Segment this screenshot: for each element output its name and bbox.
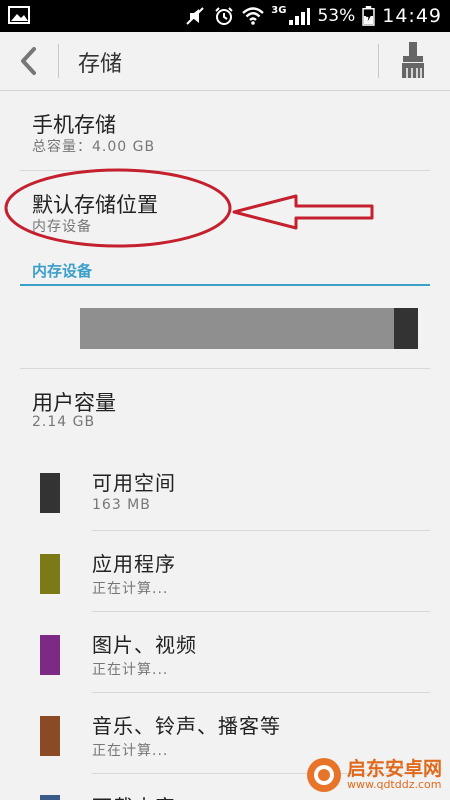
appbar-divider — [378, 44, 379, 78]
clean-brush-icon[interactable] — [398, 40, 428, 80]
watermark: 启东安卓网 www.qdtddz.com — [305, 756, 442, 794]
page-title: 存储 — [78, 52, 123, 77]
watermark-name: 启东安卓网 — [346, 758, 442, 780]
status-icons: 3G 53% 14:49 — [184, 0, 442, 32]
gallery-icon — [8, 6, 30, 24]
category-color-swatch — [40, 795, 60, 800]
category-size: 163 MB — [92, 497, 151, 513]
category-color-swatch — [40, 473, 60, 513]
phone-storage-capacity: 总容量：4.00 GB — [32, 139, 156, 155]
section-header-internal-storage: 内存设备 — [32, 262, 93, 280]
section-header-underline — [20, 284, 430, 286]
category-color-swatch — [40, 716, 60, 756]
divider — [92, 530, 430, 531]
back-icon[interactable] — [10, 44, 46, 78]
user-capacity-item: 用户容量 2.14 GB — [0, 369, 450, 449]
signal-icon — [289, 8, 311, 25]
wifi-icon — [242, 7, 265, 25]
alarm-icon — [215, 7, 233, 25]
mute-icon — [186, 7, 204, 25]
user-capacity-title: 用户容量 — [32, 391, 116, 415]
default-storage-value: 内存设备 — [32, 219, 92, 235]
storage-category-apps[interactable]: 应用程序 正在计算... — [0, 532, 450, 612]
watermark-url: www.qdtddz.com — [346, 778, 442, 791]
clock: 14:49 — [382, 5, 442, 27]
phone-storage-item[interactable]: 手机存储 总容量：4.00 GB — [0, 91, 450, 169]
watermark-logo-icon — [306, 758, 341, 792]
category-label: 图片、视频 — [92, 633, 197, 657]
default-storage-title: 默认存储位置 — [32, 193, 158, 217]
category-label: 下载内容 — [92, 791, 176, 800]
divider — [92, 611, 430, 612]
storage-category-available[interactable]: 可用空间 163 MB — [0, 451, 450, 531]
storage-usage-bar — [80, 308, 418, 349]
category-color-swatch — [40, 635, 60, 675]
divider — [92, 692, 430, 693]
appbar-divider — [58, 44, 59, 78]
battery-percent: 53% — [317, 6, 356, 26]
category-color-swatch — [40, 554, 60, 594]
category-size: 正在计算... — [92, 581, 169, 597]
category-label: 可用空间 — [92, 471, 176, 495]
battery-charging-icon — [362, 6, 375, 26]
category-size: 正在计算... — [92, 743, 169, 759]
category-size: 正在计算... — [92, 662, 169, 678]
network-type-label: 3G — [271, 4, 287, 16]
user-capacity-value: 2.14 GB — [32, 414, 96, 430]
storage-category-pictures-videos[interactable]: 图片、视频 正在计算... — [0, 613, 450, 693]
storage-free-segment — [394, 308, 418, 349]
app-bar: 存储 — [0, 32, 450, 91]
default-storage-location-item[interactable]: 默认存储位置 内存设备 — [0, 171, 450, 251]
category-label: 音乐、铃声、播客等 — [92, 714, 281, 738]
category-label: 应用程序 — [92, 552, 176, 576]
phone-storage-title: 手机存储 — [32, 113, 116, 137]
status-bar: 3G 53% 14:49 — [0, 0, 450, 32]
